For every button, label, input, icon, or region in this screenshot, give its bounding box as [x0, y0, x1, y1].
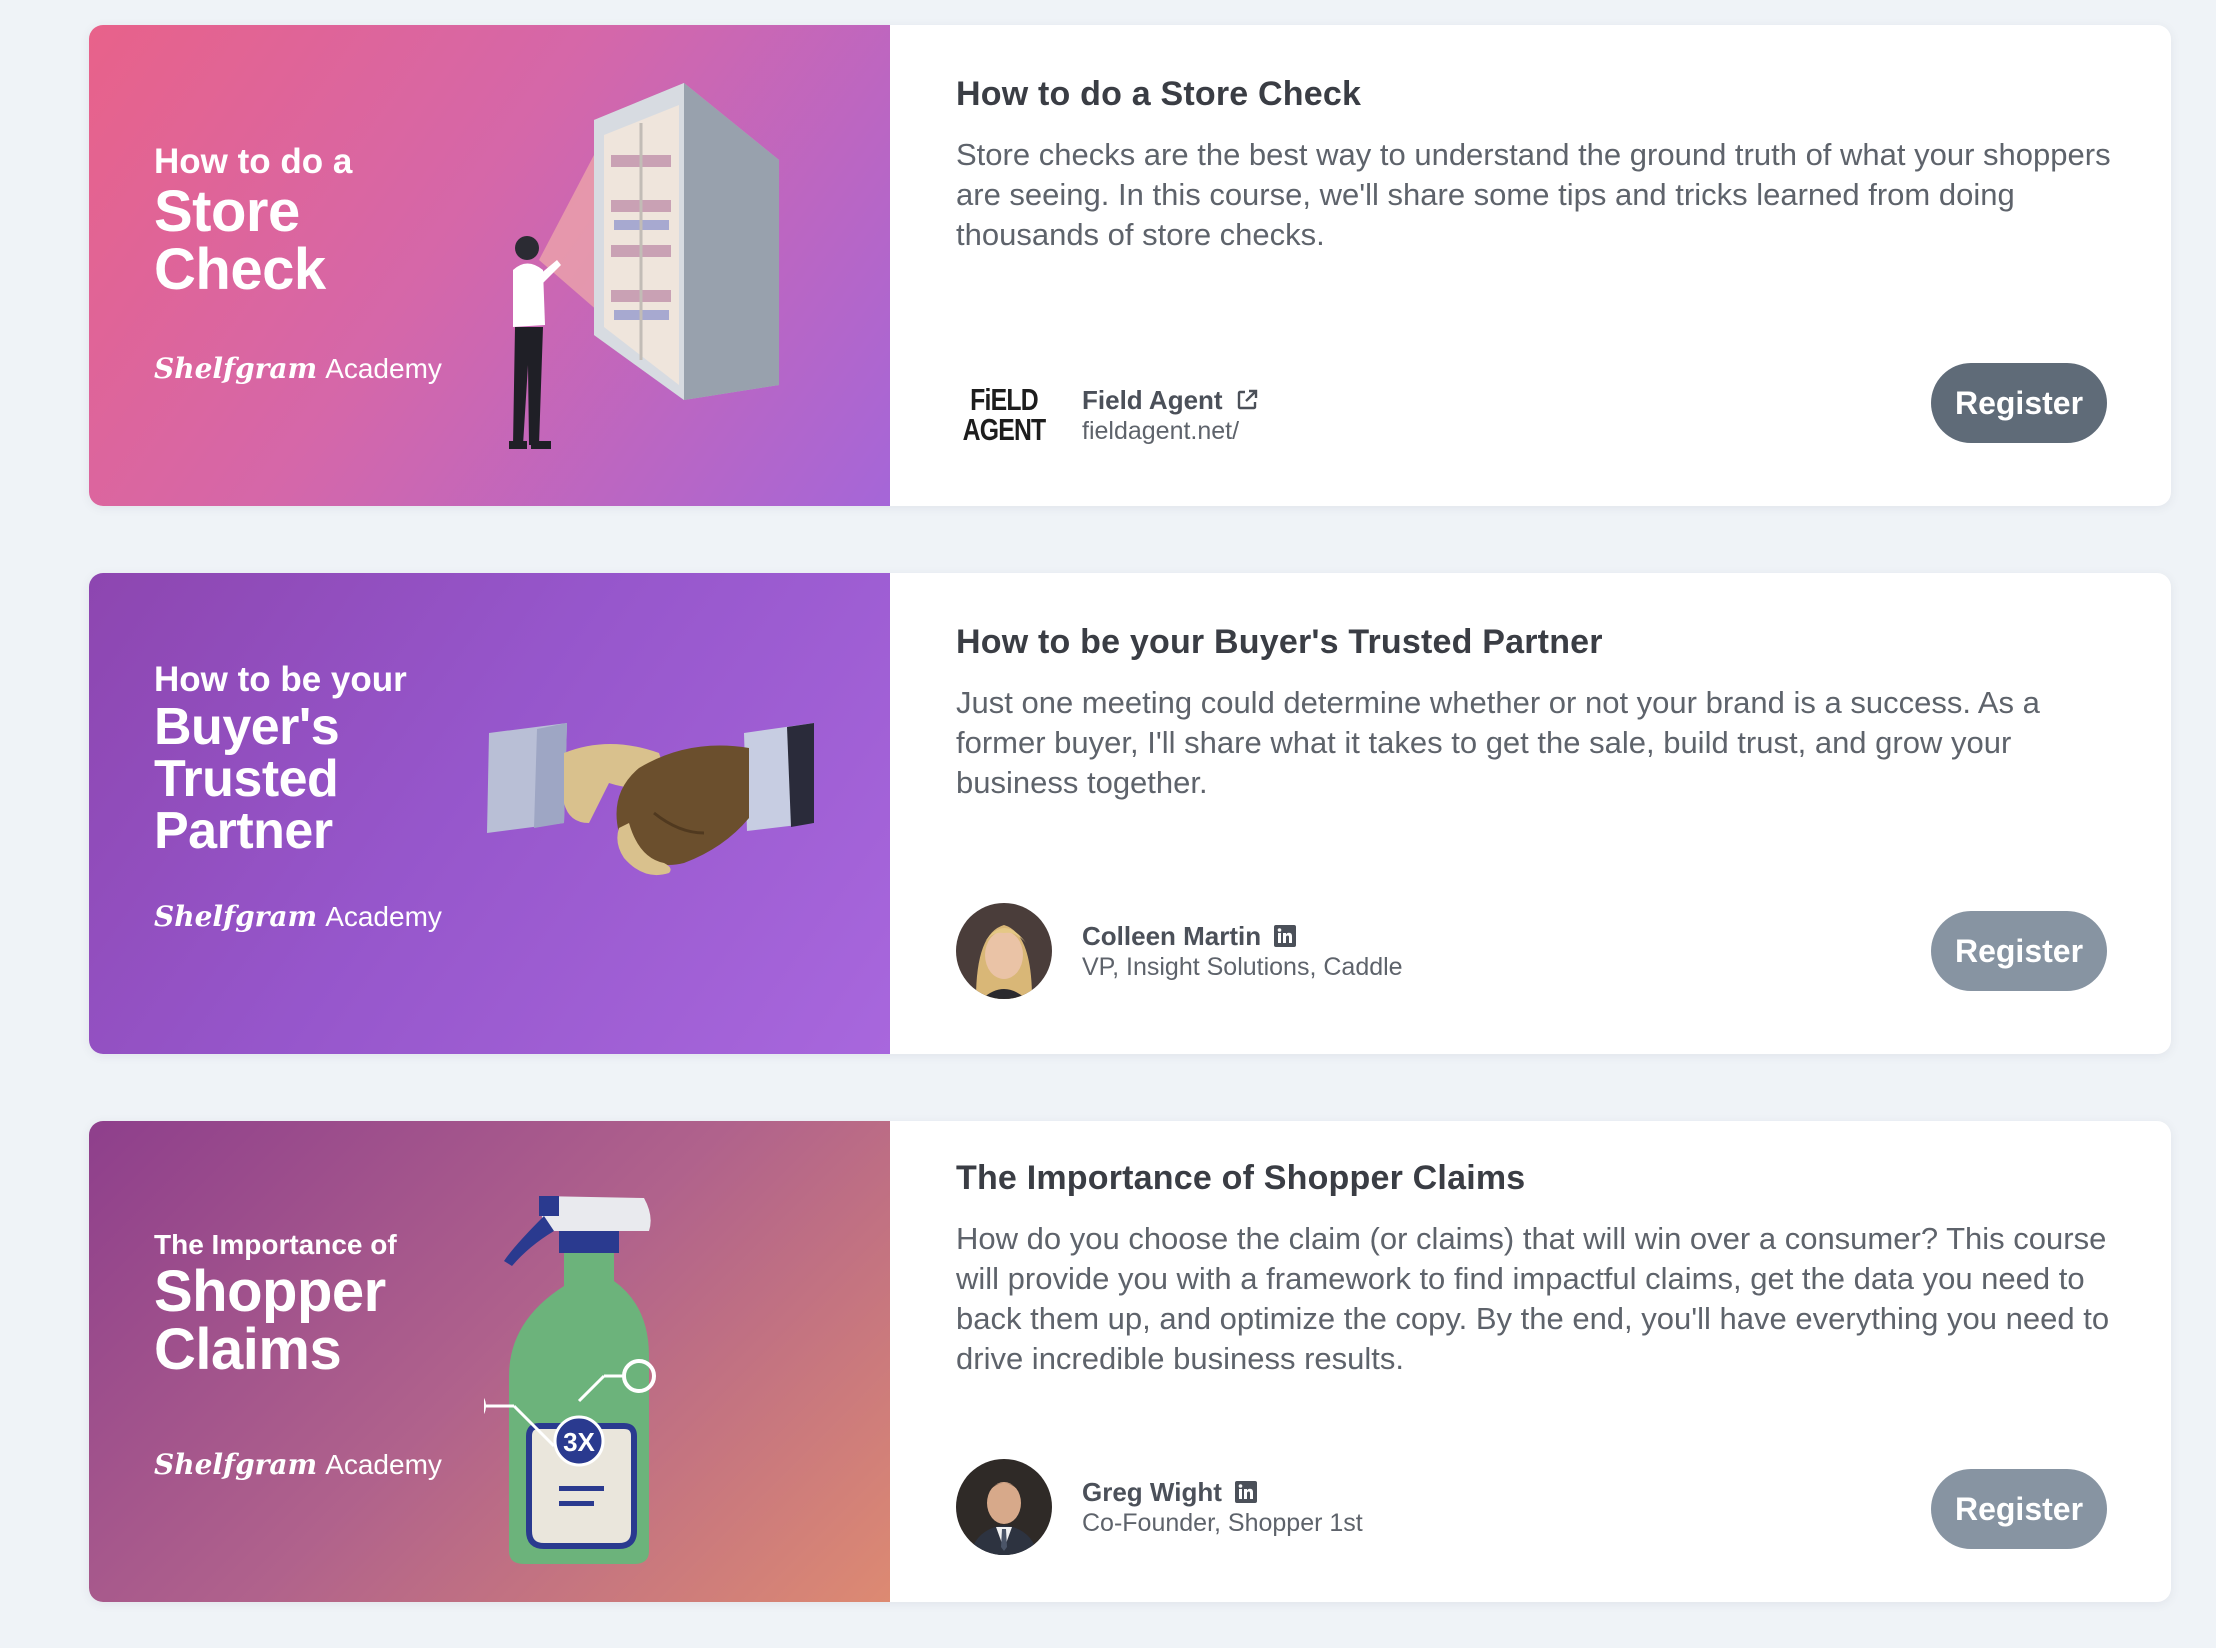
thumbnail-title-line: Partner — [154, 802, 333, 860]
thumbnail-title-small: How to do a — [154, 142, 353, 181]
thumbnail-title: How to do a Store Check — [154, 141, 352, 299]
thumbnail-title: The Importance of Shopper Claims — [154, 1227, 397, 1379]
thumbnail-title: How to be your Buyer's Trusted Partner — [154, 659, 407, 857]
presenter-name[interactable]: Greg Wight — [1082, 1476, 1363, 1508]
thumbnail-title-line: Buyer's — [154, 698, 340, 756]
field-agent-logo: FiELD AGENT — [962, 382, 1047, 447]
course-details: The Importance of Shopper Claims How do … — [890, 1121, 2171, 1602]
course-thumbnail[interactable]: The Importance of Shopper Claims Shelfgr… — [89, 1121, 890, 1602]
presenter-subtitle: VP, Insight Solutions, Caddle — [1082, 953, 1403, 981]
thumbnail-title-line: Check — [154, 237, 326, 302]
presenter-avatar — [956, 903, 1052, 999]
course-description: Store checks are the best way to underst… — [956, 137, 2111, 252]
course-card-trusted-partner: How to be your Buyer's Trusted Partner S… — [89, 573, 2171, 1054]
spray-bottle-illustration: 3X — [484, 1196, 656, 1564]
course-card-shopper-claims: The Importance of Shopper Claims Shelfgr… — [89, 1121, 2171, 1602]
register-button[interactable]: Register — [1931, 1469, 2107, 1549]
course-details: How to do a Store Check Store checks are… — [890, 25, 2171, 506]
course-thumbnail[interactable]: How to be your Buyer's Trusted Partner S… — [89, 573, 890, 1054]
store-check-illustration — [509, 83, 779, 449]
course-card-store-check: How to do a Store Check Shelfgram Academ… — [89, 25, 2171, 506]
presenter-subtitle: fieldagent.net/ — [1082, 417, 1240, 445]
linkedin-icon[interactable] — [1234, 1480, 1258, 1504]
thumbnail-title-line: Shopper — [154, 1259, 386, 1324]
shelfgram-academy-logo: Shelfgram Academy — [154, 1448, 442, 1481]
thumbnail-title-line: Claims — [154, 1317, 342, 1382]
course-title[interactable]: How to be your Buyer's Trusted Partner — [956, 623, 1603, 662]
course-presenter: Colleen Martin VP, Insight Solutions, Ca… — [956, 903, 1403, 999]
register-button[interactable]: Register — [1931, 363, 2107, 443]
course-presenter: Greg Wight Co-Founder, Shopper 1st — [956, 1459, 1363, 1555]
claim-badge: 3X — [563, 1427, 595, 1457]
thumbnail-title-line: Trusted — [154, 750, 339, 808]
external-link-icon[interactable] — [1235, 388, 1259, 412]
thumbnail-title-small: The Importance of — [154, 1229, 397, 1260]
course-details: How to be your Buyer's Trusted Partner J… — [890, 573, 2171, 1054]
presenter-name[interactable]: Colleen Martin — [1082, 920, 1403, 952]
presenter-subtitle: Co-Founder, Shopper 1st — [1082, 1509, 1363, 1537]
shelfgram-academy-logo: Shelfgram Academy — [154, 352, 442, 385]
thumbnail-title-line: Store — [154, 179, 300, 244]
presenter-avatar — [956, 1459, 1052, 1555]
course-title[interactable]: The Importance of Shopper Claims — [956, 1159, 1525, 1198]
shelfgram-academy-logo: Shelfgram Academy — [154, 900, 442, 933]
register-button[interactable]: Register — [1931, 911, 2107, 991]
linkedin-icon[interactable] — [1273, 924, 1297, 948]
thumbnail-title-small: How to be your — [154, 660, 407, 699]
course-description: How do you choose the claim (or claims) … — [956, 1221, 2110, 1376]
presenter-name[interactable]: Field Agent — [1082, 384, 1259, 416]
course-description: Just one meeting could determine whether… — [956, 685, 2040, 800]
course-title[interactable]: How to do a Store Check — [956, 75, 1361, 114]
course-thumbnail[interactable]: How to do a Store Check Shelfgram Academ… — [89, 25, 890, 506]
handshake-illustration — [487, 723, 814, 876]
course-presenter: FiELD AGENT Field Agent fieldagent.net/ — [956, 367, 1259, 463]
